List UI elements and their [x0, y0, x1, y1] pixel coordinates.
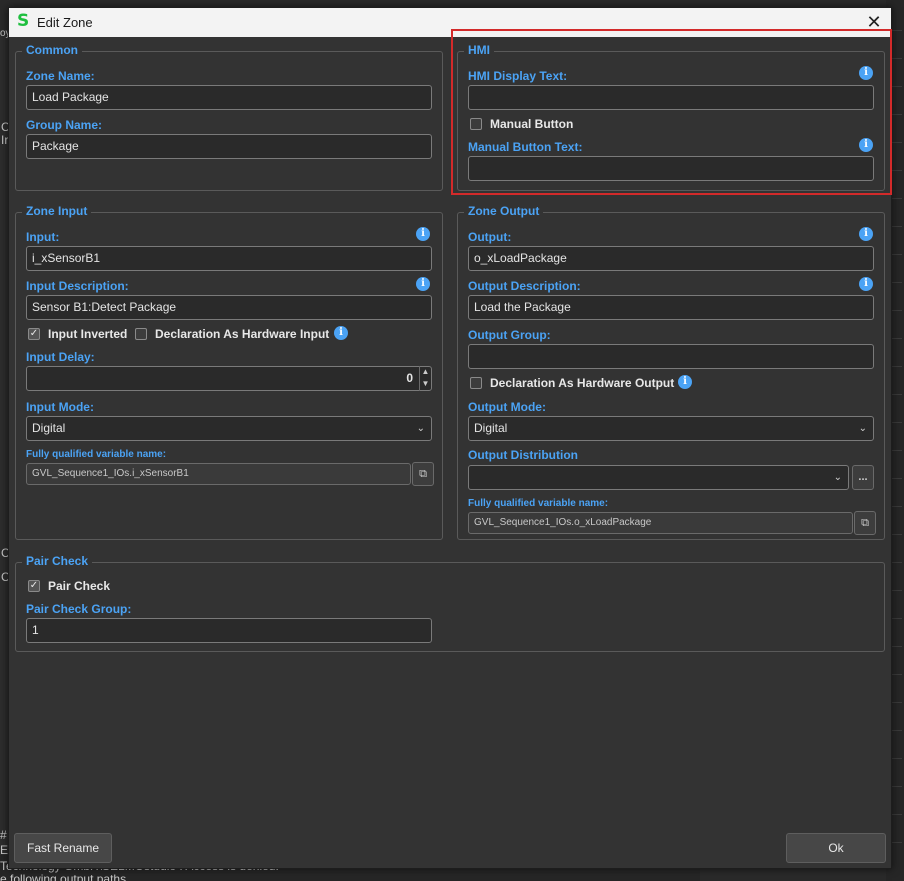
output-group-field[interactable]	[468, 344, 874, 369]
common-group: Common Zone Name: Load Package Group Nam…	[15, 43, 443, 191]
pair-check-checkbox[interactable]: ✓ Pair Check	[28, 579, 110, 593]
background-output-line: e following output paths	[0, 872, 127, 881]
output-group-label: Output Group:	[468, 328, 551, 342]
copy-icon[interactable]: ⧉	[854, 511, 876, 535]
check-icon: ✓	[28, 328, 40, 340]
hardware-output-checkbox[interactable]: Declaration As Hardware Output	[470, 376, 674, 390]
hardware-input-label: Declaration As Hardware Input	[155, 327, 330, 341]
highlight-annotation	[451, 29, 892, 195]
info-icon[interactable]: i	[416, 277, 430, 291]
zone-output-group-title: Zone Output	[464, 204, 544, 218]
pair-check-group-label: Pair Check Group:	[26, 602, 132, 616]
input-mode-value: Digital	[32, 421, 66, 435]
pair-check-group-field[interactable]: 1	[26, 618, 432, 643]
output-description-field[interactable]: Load the Package	[468, 295, 874, 320]
input-fqn-field[interactable]: GVL_Sequence1_IOs.i_xSensorB1	[26, 463, 411, 485]
copy-icon[interactable]: ⧉	[412, 462, 434, 486]
output-fqn-field[interactable]: GVL_Sequence1_IOs.o_xLoadPackage	[468, 512, 853, 534]
fast-rename-button[interactable]: Fast Rename	[14, 833, 112, 863]
input-delay-label: Input Delay:	[26, 350, 95, 364]
output-mode-value: Digital	[474, 421, 508, 435]
input-delay-spinner[interactable]: ▲ ▼	[419, 366, 431, 391]
zone-input-group-title: Zone Input	[22, 204, 92, 218]
input-description-label: Input Description:	[26, 279, 129, 293]
window-title: Edit Zone	[37, 15, 93, 30]
zone-name-label: Zone Name:	[26, 69, 95, 83]
info-icon[interactable]: i	[334, 326, 348, 340]
input-label: Input:	[26, 230, 60, 244]
output-field[interactable]: o_xLoadPackage	[468, 246, 874, 271]
app-logo-icon: S	[17, 11, 30, 31]
output-mode-label: Output Mode:	[468, 400, 546, 414]
output-distribution-label: Output Distribution	[468, 448, 578, 462]
ok-button[interactable]: Ok	[786, 833, 886, 863]
input-fqn-label: Fully qualified variable name:	[26, 449, 167, 460]
pair-check-group-title: Pair Check	[22, 554, 93, 568]
input-inverted-label: Input Inverted	[48, 327, 128, 341]
background-fragment: #	[0, 828, 7, 842]
input-description-field[interactable]: Sensor B1:Detect Package	[26, 295, 432, 320]
chevron-down-icon: ⌄	[858, 423, 867, 434]
group-name-input[interactable]: Package	[26, 134, 432, 159]
output-description-label: Output Description:	[468, 279, 581, 293]
input-inverted-checkbox[interactable]: ✓ Input Inverted	[28, 327, 127, 341]
info-icon[interactable]: i	[859, 277, 873, 291]
info-icon[interactable]: i	[859, 227, 873, 241]
zone-output-group: Zone Output Output: i o_xLoadPackage Out…	[457, 204, 885, 540]
output-mode-select[interactable]: Digital ⌄	[468, 416, 874, 441]
pair-check-group: Pair Check ✓ Pair Check Pair Check Group…	[15, 554, 885, 652]
zone-input-group: Zone Input Input: i i_xSensorB1 Input De…	[15, 204, 443, 540]
output-distribution-select[interactable]: ⌄	[468, 465, 849, 490]
hardware-output-label: Declaration As Hardware Output	[490, 376, 675, 390]
zone-name-input[interactable]: Load Package	[26, 85, 432, 110]
pair-check-label: Pair Check	[48, 579, 111, 593]
chevron-down-icon: ⌄	[416, 423, 425, 434]
checkbox-box	[470, 377, 482, 389]
common-group-title: Common	[22, 43, 82, 57]
input-mode-label: Input Mode:	[26, 400, 94, 414]
group-name-label: Group Name:	[26, 118, 103, 132]
hardware-input-checkbox[interactable]: Declaration As Hardware Input	[135, 327, 329, 341]
spin-down-icon[interactable]: ▼	[420, 378, 431, 390]
checkbox-box	[135, 328, 147, 340]
chevron-down-icon: ⌄	[833, 472, 842, 483]
check-icon: ✓	[28, 580, 40, 592]
info-icon[interactable]: i	[416, 227, 430, 241]
spin-up-icon[interactable]: ▲	[420, 366, 431, 378]
background-left-strip	[0, 30, 8, 881]
input-delay-spinbox[interactable]: 0	[26, 366, 432, 391]
output-distribution-more-button[interactable]: ...	[852, 465, 874, 490]
input-mode-select[interactable]: Digital ⌄	[26, 416, 432, 441]
output-label: Output:	[468, 230, 512, 244]
info-icon[interactable]: i	[678, 375, 692, 389]
input-field[interactable]: i_xSensorB1	[26, 246, 432, 271]
output-fqn-label: Fully qualified variable name:	[468, 498, 609, 509]
